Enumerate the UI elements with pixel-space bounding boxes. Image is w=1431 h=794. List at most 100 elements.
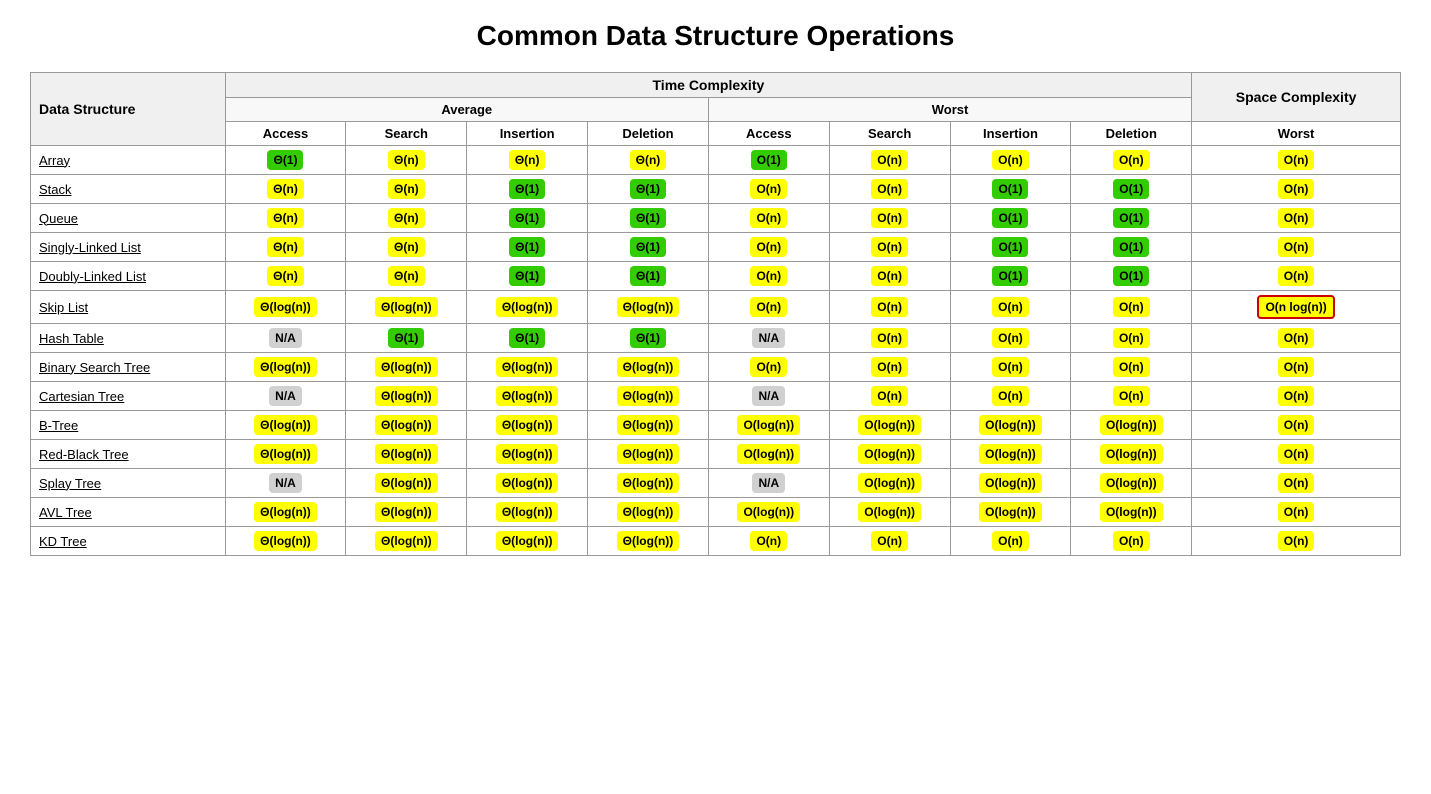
worst-cell: O(n) [708,233,829,262]
col-data-structure: Data Structure [31,73,226,146]
worst-cell: O(log(n)) [950,498,1071,527]
ds-name-cell[interactable]: KD Tree [31,527,226,556]
complexity-badge: O(log(n)) [1100,415,1163,435]
space-cell: O(n) [1192,146,1401,175]
ds-name-cell[interactable]: Cartesian Tree [31,382,226,411]
avg-cell: Θ(log(n)) [225,353,346,382]
complexity-badge: O(n) [750,266,787,286]
avg-cell: Θ(log(n)) [588,411,709,440]
table-row: Hash TableN/AΘ(1)Θ(1)Θ(1)N/AO(n)O(n)O(n)… [31,324,1401,353]
ds-link[interactable]: Singly-Linked List [39,240,141,255]
ds-link[interactable]: AVL Tree [39,505,92,520]
worst-cell: O(log(n)) [1071,498,1192,527]
avg-cell: Θ(n) [346,233,467,262]
ds-link[interactable]: Stack [39,182,72,197]
complexity-badge: Θ(log(n)) [254,297,317,317]
table-row: B-TreeΘ(log(n))Θ(log(n))Θ(log(n))Θ(log(n… [31,411,1401,440]
ds-name-cell[interactable]: Array [31,146,226,175]
complexity-badge: O(n) [750,531,787,551]
table-row: Binary Search TreeΘ(log(n))Θ(log(n))Θ(lo… [31,353,1401,382]
worst-cell: O(log(n)) [1071,469,1192,498]
worst-cell: O(n) [950,146,1071,175]
ds-link[interactable]: B-Tree [39,418,78,433]
avg-cell: N/A [225,382,346,411]
avg-cell: Θ(log(n)) [588,469,709,498]
complexity-badge: Θ(log(n)) [617,502,680,522]
complexity-badge: Θ(1) [630,237,666,257]
complexity-badge: O(n) [871,297,908,317]
complexity-badge: Θ(n) [388,179,425,199]
ds-name-cell[interactable]: Binary Search Tree [31,353,226,382]
ds-name-cell[interactable]: B-Tree [31,411,226,440]
worst-cell: O(n) [829,324,950,353]
ds-link[interactable]: Binary Search Tree [39,360,150,375]
ds-link[interactable]: KD Tree [39,534,87,549]
worst-cell: N/A [708,324,829,353]
ds-name-cell[interactable]: Splay Tree [31,469,226,498]
complexity-badge: Θ(1) [388,328,424,348]
ds-name-cell[interactable]: Stack [31,175,226,204]
ds-link[interactable]: Red-Black Tree [39,447,129,462]
complexity-badge: Θ(n) [509,150,546,170]
complexity-badge: Θ(log(n)) [496,357,559,377]
ds-name-cell[interactable]: Red-Black Tree [31,440,226,469]
ds-link[interactable]: Skip List [39,300,88,315]
complexity-badge: Θ(log(n)) [375,415,438,435]
complexity-badge: N/A [752,386,785,406]
complexity-badge: O(log(n)) [979,502,1042,522]
worst-cell: O(n) [829,233,950,262]
space-badge: O(n) [1278,266,1315,286]
space-cell: O(n log(n)) [1192,291,1401,324]
space-badge: O(n) [1278,502,1315,522]
ds-name-cell[interactable]: Queue [31,204,226,233]
ds-link[interactable]: Hash Table [39,331,104,346]
worst-cell: O(n) [1071,146,1192,175]
avg-cell: Θ(log(n)) [467,353,588,382]
avg-cell: Θ(log(n)) [467,291,588,324]
ds-name-cell[interactable]: Doubly-Linked List [31,262,226,291]
ds-link[interactable]: Cartesian Tree [39,389,124,404]
space-cell: O(n) [1192,324,1401,353]
col-avg-access: Access [225,122,346,146]
col-space-complexity: Space Complexity [1192,73,1401,122]
complexity-badge: Θ(n) [267,179,304,199]
complexity-badge: O(n) [750,357,787,377]
complexity-badge: Θ(log(n)) [617,531,680,551]
table-row: Doubly-Linked ListΘ(n)Θ(n)Θ(1)Θ(1)O(n)O(… [31,262,1401,291]
ds-name-cell[interactable]: AVL Tree [31,498,226,527]
complexity-badge: Θ(log(n)) [375,473,438,493]
ds-name-cell[interactable]: Hash Table [31,324,226,353]
worst-cell: O(n) [708,353,829,382]
complexity-badge: O(n) [992,531,1029,551]
complexity-badge: Θ(1) [630,208,666,228]
space-cell: O(n) [1192,411,1401,440]
complexity-badge: O(1) [992,266,1028,286]
avg-cell: Θ(n) [467,146,588,175]
worst-cell: O(log(n)) [1071,440,1192,469]
operations-table: Data Structure Time Complexity Space Com… [30,72,1401,556]
avg-cell: Θ(n) [225,175,346,204]
ds-link[interactable]: Queue [39,211,78,226]
worst-cell: O(n) [829,146,950,175]
worst-cell: O(n) [1071,382,1192,411]
ds-link[interactable]: Array [39,153,70,168]
col-worst-access: Access [708,122,829,146]
complexity-badge: O(1) [1113,179,1149,199]
worst-cell: O(1) [1071,175,1192,204]
ds-name-cell[interactable]: Singly-Linked List [31,233,226,262]
worst-cell: O(n) [829,262,950,291]
ds-link[interactable]: Splay Tree [39,476,101,491]
col-space-worst: Worst [1192,122,1401,146]
ds-name-cell[interactable]: Skip List [31,291,226,324]
avg-cell: Θ(1) [346,324,467,353]
space-cell: O(n) [1192,469,1401,498]
avg-cell: Θ(log(n)) [225,291,346,324]
complexity-badge: O(n) [871,531,908,551]
avg-cell: Θ(n) [225,262,346,291]
space-badge: O(n) [1278,357,1315,377]
complexity-badge: Θ(log(n)) [375,297,438,317]
avg-cell: Θ(log(n)) [467,527,588,556]
avg-cell: Θ(1) [588,262,709,291]
complexity-badge: Θ(1) [509,266,545,286]
ds-link[interactable]: Doubly-Linked List [39,269,146,284]
